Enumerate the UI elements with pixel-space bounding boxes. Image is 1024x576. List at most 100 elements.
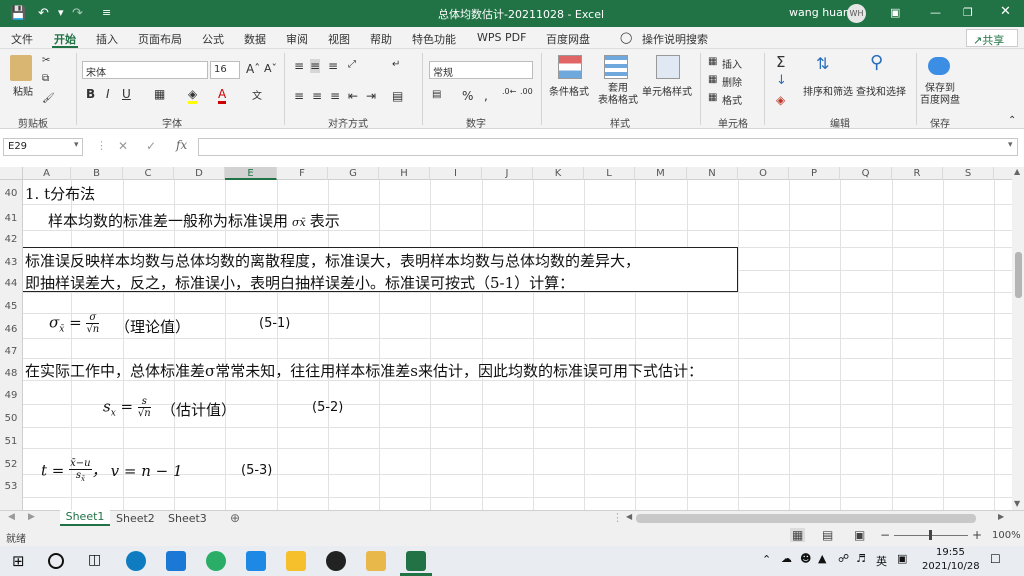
tab-review[interactable]: 审阅 — [286, 31, 308, 47]
wrap-text-icon[interactable]: ↵ — [392, 59, 400, 70]
italic-icon[interactable]: I — [106, 87, 110, 101]
accounting-icon[interactable]: ▤ — [432, 89, 441, 100]
ime-mode-icon[interactable]: ▣ — [897, 552, 907, 565]
format-cells-button[interactable]: 格式 — [722, 92, 742, 107]
customize-qat-icon[interactable]: ≡ — [102, 6, 111, 19]
scroll-right-icon[interactable]: ▶ — [998, 512, 1004, 521]
copy-icon[interactable]: ⧉ — [42, 73, 49, 84]
underline-icon[interactable]: U — [122, 87, 131, 101]
tray-app-icon[interactable]: ☁ — [781, 552, 792, 565]
bold-icon[interactable]: B — [86, 87, 95, 101]
tab-data[interactable]: 数据 — [244, 31, 266, 47]
insert-function-icon[interactable]: fx — [176, 138, 187, 152]
column-header-j[interactable]: J — [482, 167, 533, 180]
scroll-thumb[interactable] — [1015, 252, 1022, 298]
search-icon[interactable] — [48, 553, 64, 569]
font-size-select[interactable]: 16 — [210, 61, 240, 79]
task-view-icon[interactable]: ◫ — [88, 552, 101, 568]
baidu-cloud-icon[interactable] — [928, 57, 950, 75]
column-header-r[interactable]: R — [892, 167, 943, 180]
zoom-level[interactable]: 100% — [992, 530, 1021, 541]
user-name[interactable]: wang huan — [789, 6, 850, 19]
file-explorer-icon[interactable] — [366, 551, 386, 571]
select-all-corner[interactable] — [0, 167, 23, 180]
column-header-m[interactable]: M — [635, 167, 687, 180]
zoom-in-icon[interactable]: + — [972, 528, 982, 542]
tab-wps-pdf[interactable]: WPS PDF — [477, 31, 526, 44]
paste-button[interactable]: 粘贴 — [13, 83, 33, 98]
format-cells-icon[interactable]: ▦ — [708, 92, 717, 103]
increase-decimal-icon[interactable]: .0← — [502, 87, 516, 96]
column-header-g[interactable]: G — [328, 167, 379, 180]
align-top-icon[interactable]: ≡ — [294, 59, 304, 73]
font-name-select[interactable]: 宋体 — [82, 61, 208, 79]
number-format-select[interactable]: 常规 — [429, 61, 533, 79]
tab-special[interactable]: 特色功能 — [412, 31, 456, 47]
tray-chevron-icon[interactable]: ⌃ — [762, 553, 771, 566]
avatar[interactable]: WH — [847, 4, 866, 23]
cut-icon[interactable]: ✂ — [42, 55, 50, 66]
row-header-52[interactable]: 52 — [0, 459, 22, 470]
align-left-icon[interactable]: ≡ — [294, 89, 304, 103]
clear-icon[interactable]: ◈ — [776, 93, 785, 107]
row-header-48[interactable]: 48 — [0, 368, 22, 379]
increase-indent-icon[interactable]: ⇥ — [366, 89, 376, 103]
column-header-b[interactable]: B — [71, 167, 123, 180]
tab-view[interactable]: 视图 — [328, 31, 350, 47]
tab-insert[interactable]: 插入 — [96, 31, 118, 47]
align-bottom-icon[interactable]: ≡ — [328, 59, 338, 73]
tray-app-icon[interactable]: ☻ — [800, 552, 811, 565]
format-painter-icon[interactable]: 🖌 — [42, 93, 55, 104]
tell-me-search[interactable]: 操作说明搜索 — [642, 31, 708, 47]
decrease-indent-icon[interactable]: ⇤ — [348, 89, 358, 103]
column-header-q[interactable]: Q — [840, 167, 892, 180]
sheet-tab-2[interactable]: Sheet2 — [116, 512, 155, 525]
sheet-tab-3[interactable]: Sheet3 — [168, 512, 207, 525]
formula-input[interactable] — [198, 138, 1018, 156]
zoom-out-icon[interactable]: − — [880, 528, 890, 542]
prev-sheet-icon[interactable]: ◀ — [8, 512, 15, 522]
tab-formulas[interactable]: 公式 — [202, 31, 224, 47]
worksheet-grid[interactable]: 1. t分布法 样本均数的标准差一般称为标准误用 σx̄ 表示 标准误反映样本均数与… — [23, 180, 1012, 510]
sheet-tab-1[interactable]: Sheet1 — [60, 510, 110, 526]
row-header-50[interactable]: 50 — [0, 413, 22, 424]
scroll-left-icon[interactable]: ◀ — [626, 512, 632, 521]
row-header-43[interactable]: 43 — [0, 257, 22, 268]
align-middle-icon[interactable]: ≡ — [310, 59, 321, 73]
expand-formula-icon[interactable]: ▾ — [1008, 140, 1013, 150]
insert-cells-button[interactable]: 插入 — [722, 56, 742, 71]
share-button[interactable]: ↗共享 — [966, 29, 1018, 47]
align-right-icon[interactable]: ≡ — [330, 89, 340, 103]
restore-icon[interactable]: ❐ — [963, 6, 973, 19]
column-header-o[interactable]: O — [738, 167, 789, 180]
conditional-format-button[interactable]: 条件格式 — [549, 83, 589, 98]
wechat-icon[interactable] — [206, 551, 226, 571]
column-header-k[interactable]: K — [533, 167, 584, 180]
comma-icon[interactable]: , — [484, 89, 488, 103]
close-icon[interactable]: ✕ — [1000, 4, 1011, 19]
redo-icon[interactable]: ↷ — [72, 6, 83, 21]
tab-baidu[interactable]: 百度网盘 — [546, 31, 590, 47]
row-header-51[interactable]: 51 — [0, 436, 22, 447]
name-box[interactable]: E29 — [3, 138, 83, 156]
paste-icon[interactable] — [10, 55, 32, 81]
vertical-scrollbar[interactable]: ▲ ▼ — [1012, 167, 1024, 510]
row-header-46[interactable]: 46 — [0, 324, 22, 335]
borders-icon[interactable]: ▦ — [154, 87, 165, 101]
next-sheet-icon[interactable]: ▶ — [28, 512, 35, 522]
tray-app-icon[interactable]: ▲ — [818, 552, 826, 565]
page-layout-view-icon[interactable]: ▤ — [822, 528, 833, 542]
edge-icon[interactable] — [126, 551, 146, 571]
fill-color-icon[interactable]: ◈ — [188, 87, 198, 104]
column-header-i[interactable]: I — [430, 167, 482, 180]
excel-taskbar-icon[interactable] — [406, 551, 426, 571]
row-header-42[interactable]: 42 — [0, 234, 22, 245]
cancel-icon[interactable]: ✕ — [118, 139, 128, 153]
windows-start-icon[interactable]: ⊞ — [12, 552, 25, 570]
column-header-s[interactable]: S — [943, 167, 994, 180]
cell-styles-button[interactable]: 单元格样式 — [642, 83, 692, 98]
column-header-n[interactable]: N — [687, 167, 738, 180]
volume-icon[interactable]: ♬ — [856, 552, 866, 565]
sort-filter-button[interactable]: 排序和筛选 — [803, 83, 853, 98]
normal-view-icon[interactable]: ▦ — [790, 528, 806, 542]
